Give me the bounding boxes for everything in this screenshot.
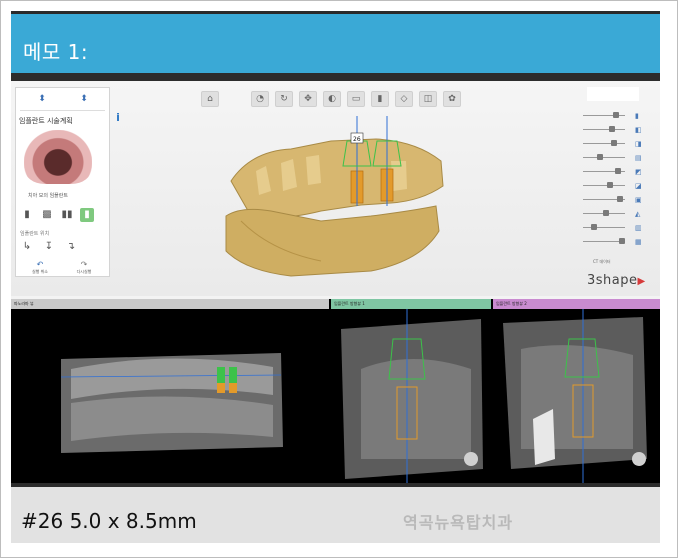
software-screenshot: ⬍ ⬍ 임플란트 시술계획 치아 모의 임플란트 ▮ ▩ ▮▮ ▮ 임플란트 위… <box>11 81 660 483</box>
slider-knob[interactable] <box>611 140 617 146</box>
visibility-slider[interactable]: ◧ <box>579 125 655 135</box>
cross-section-view-2[interactable]: 임플란트 방향뷰 2 <box>493 299 660 483</box>
pan-tool-icon[interactable]: ✥ <box>299 91 317 107</box>
panoramic-view[interactable]: 파노라마 뷰 <box>11 299 329 483</box>
header-divider <box>11 73 660 81</box>
slider-knob[interactable] <box>615 168 621 174</box>
visibility-panel: ▮ ◧ ◨ ▤ ◩ ◪ ▣ ◭ ▥ ▦ CT 데이터 <box>579 87 655 264</box>
3d-viewport[interactable]: ⬍ ⬍ 임플란트 시술계획 치아 모의 임플란트 ▮ ▩ ▮▮ ▮ 임플란트 위… <box>11 81 660 296</box>
visibility-slider[interactable]: ◪ <box>579 181 655 191</box>
memo-card: 메모 1: ⬍ ⬍ 임플란트 시술계획 치아 모의 임플란트 ▮ ▩ ▮▮ ▮ … <box>0 0 678 558</box>
memo-header: 메모 1: <box>11 11 660 75</box>
guide-tool-icon[interactable]: ◇ <box>395 91 413 107</box>
measure-tool-icon[interactable]: ▭ <box>347 91 365 107</box>
case-name-box <box>587 87 639 101</box>
undo-icon: ↶ <box>36 260 44 269</box>
model-icon: ◩ <box>635 168 642 176</box>
visibility-slider[interactable]: ▣ <box>579 195 655 205</box>
slider-track <box>583 129 625 130</box>
model-icon: ▮ <box>635 112 639 120</box>
model-icon: ▥ <box>635 224 642 232</box>
implant-spec-caption: #26 5.0 x 8.5mm <box>21 509 197 533</box>
clinic-watermark: 역곡뉴욕탑치과 <box>403 513 514 532</box>
cross-section-2-header: 임플란트 방향뷰 2 <box>493 299 660 309</box>
tilt-right-icon[interactable]: ↴ <box>64 240 78 254</box>
slider-track <box>583 227 625 228</box>
visibility-slider[interactable]: ◩ <box>579 167 655 177</box>
visibility-slider[interactable]: ▦ <box>579 237 655 247</box>
forward-button[interactable]: ⬍ <box>64 90 104 108</box>
tilt-left-icon[interactable]: ↳ <box>20 240 34 254</box>
slider-knob[interactable] <box>603 210 609 216</box>
scan-tool-icon[interactable]: ◐ <box>323 91 341 107</box>
slider-track <box>583 185 625 186</box>
model-icon: ◭ <box>635 210 641 218</box>
panoramic-view-header: 파노라마 뷰 <box>11 299 329 309</box>
slider-knob[interactable] <box>607 182 613 188</box>
slider-track <box>583 143 625 144</box>
slider-knob[interactable] <box>597 154 603 160</box>
model-icon: ◪ <box>635 182 642 190</box>
info-icon[interactable]: i <box>111 111 125 125</box>
implant-tool-row: ▮ ▩ ▮▮ ▮ <box>20 208 108 224</box>
selected-implant-tool-icon[interactable]: ▮ <box>80 208 94 222</box>
model-icon: ◨ <box>635 140 642 148</box>
position-tool-row: ↳ ↧ ↴ <box>20 240 78 256</box>
view-toolbar: ⌂ ◔ ↻ ✥ ◐ ▭ ▮ ◇ ◫ ✿ <box>201 91 461 107</box>
rotate-tool-icon[interactable]: ↻ <box>275 91 293 107</box>
undo-label: 실행 취소 <box>32 269 48 274</box>
implant-view-icon[interactable]: ▮ <box>371 91 389 107</box>
panel-title: 임플란트 시술계획 <box>19 117 73 125</box>
visibility-slider[interactable]: ▤ <box>579 153 655 163</box>
cross-section-2-image <box>503 309 647 483</box>
slider-knob[interactable] <box>609 126 615 132</box>
visibility-slider[interactable]: ▥ <box>579 223 655 233</box>
settings-tool-icon[interactable]: ✿ <box>443 91 461 107</box>
cross-section-view-1[interactable]: 임플란트 방향뷰 1 <box>331 299 491 483</box>
slider-knob[interactable] <box>591 224 597 230</box>
abutment-tool-icon[interactable]: ▩ <box>40 208 54 222</box>
undo-button[interactable]: ↶ 실행 취소 <box>22 260 58 275</box>
slider-track <box>583 157 625 158</box>
brand-logo: 3shape▶ <box>587 273 646 288</box>
multi-implant-tool-icon[interactable]: ▮▮ <box>60 208 74 222</box>
home-icon[interactable]: ⌂ <box>201 91 219 107</box>
tilt-center-icon[interactable]: ↧ <box>42 240 56 254</box>
visibility-slider[interactable]: ◨ <box>579 139 655 149</box>
panoramic-xray <box>60 353 283 453</box>
slider-knob[interactable] <box>617 196 623 202</box>
cross-section-1-header: 임플란트 방향뷰 1 <box>331 299 491 309</box>
ct-views: 파노라마 뷰 임플란트 방향뷰 1 임플란트 방향뷰 2 <box>11 299 660 483</box>
brand-name: 3shape <box>587 273 638 288</box>
model-icon: ◧ <box>635 126 642 134</box>
memo-footer: #26 5.0 x 8.5mm 역곡뉴욕탑치과 <box>11 483 660 543</box>
section-tool-icon[interactable]: ◫ <box>419 91 437 107</box>
position-section-title: 임플란트 위치 <box>20 231 50 237</box>
implant-planning-panel: ⬍ ⬍ 임플란트 시술계획 치아 모의 임플란트 ▮ ▩ ▮▮ ▮ 임플란트 위… <box>15 87 110 277</box>
redo-button[interactable]: ↷ 다시실행 <box>66 260 102 275</box>
3d-jaw-model[interactable]: 26 <box>211 111 471 281</box>
cross-section-1-image <box>341 309 483 483</box>
redo-icon: ↷ <box>80 260 88 269</box>
slider-knob[interactable] <box>619 238 625 244</box>
slider-knob[interactable] <box>613 112 619 118</box>
thumbnail-caption: 치아 모의 임플란트 <box>28 193 68 199</box>
brand-mark-icon: ▶ <box>637 276 646 287</box>
back-button[interactable]: ⬍ <box>22 90 62 108</box>
redo-label: 다시실행 <box>76 269 92 274</box>
model-icon: ▦ <box>635 238 642 246</box>
model-icon: ▤ <box>635 154 642 162</box>
implant-tool-icon[interactable]: ▮ <box>20 208 34 222</box>
visibility-slider[interactable]: ▮ <box>579 111 655 121</box>
svg-text:26: 26 <box>353 136 361 143</box>
visibility-slider[interactable]: ◭ <box>579 209 655 219</box>
tooth-tool-icon[interactable]: ◔ <box>251 91 269 107</box>
panel-divider <box>20 110 105 111</box>
model-icon: ▣ <box>635 196 642 204</box>
ct-data-toggle[interactable]: CT 데이터 <box>593 259 611 265</box>
memo-title: 메모 1: <box>23 40 89 64</box>
jaw-thumbnail[interactable] <box>24 130 92 184</box>
